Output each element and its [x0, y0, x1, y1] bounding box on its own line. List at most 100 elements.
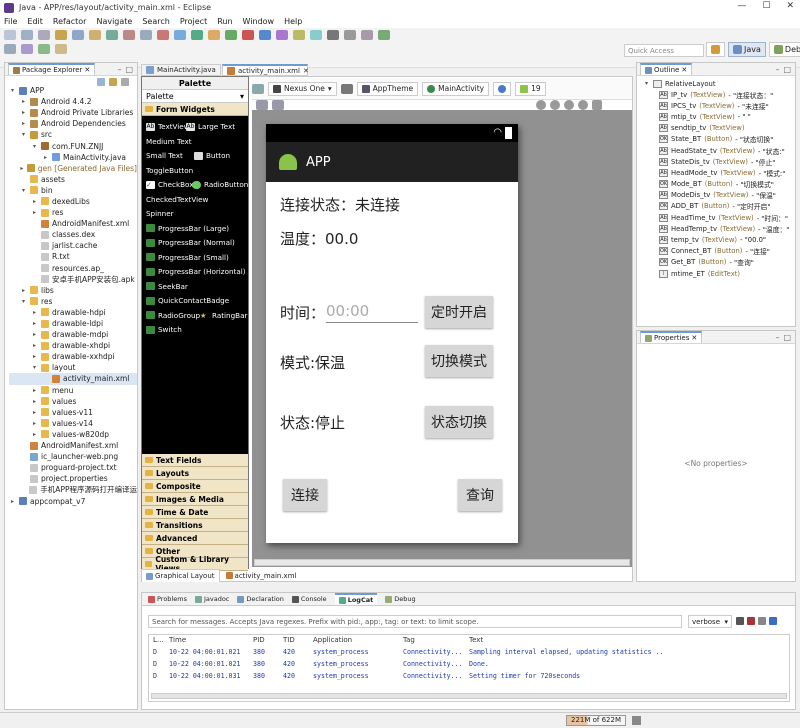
logcat-row[interactable]: D 10-22 04:00:01.021 380 420 system_process C… [149, 648, 789, 660]
palette-widget[interactable]: ProgressBar (Large) [146, 224, 229, 233]
logcat-column-header[interactable]: Application [313, 636, 352, 644]
tree-item[interactable]: ▸ appcompat_v7 [9, 495, 137, 506]
console-tab-problems[interactable]: Problems [148, 595, 187, 603]
log-level-select[interactable]: verbose ▾ [688, 615, 732, 628]
palette-selector[interactable]: Palette ▾ [142, 90, 248, 103]
palette-widget[interactable]: ProgressBar (Normal) [146, 238, 235, 247]
logcat-search-input[interactable]: Search for messages. Accepts Java regexe… [148, 615, 682, 628]
outline-item[interactable]: OK State_BT (Button) - "状态切换" [659, 134, 795, 145]
activity-dropdown[interactable]: MainActivity [422, 81, 490, 96]
chevron-right-icon[interactable]: ▸ [20, 109, 27, 116]
palette-section[interactable]: Images & Media [142, 493, 248, 506]
outline-tab[interactable]: Outline ✕ [640, 63, 693, 75]
console-tab-logcat[interactable]: LogCat [334, 593, 378, 605]
garbage-collect-icon[interactable] [632, 716, 641, 725]
tree-item[interactable]: ▾ APP [9, 85, 137, 96]
maximize-view-icon[interactable]: □ [783, 65, 791, 74]
logcat-column-header[interactable]: L... [153, 636, 164, 644]
logcat-horizontal-scrollbar[interactable] [151, 693, 787, 699]
close-tab-icon[interactable]: ✕ [691, 334, 697, 342]
quick-access-input[interactable]: Quick Access [624, 44, 704, 57]
toolbar-icon[interactable] [327, 30, 339, 40]
menu-navigate[interactable]: Navigate [96, 17, 132, 26]
palette-widget[interactable]: SeekBar [146, 282, 188, 291]
xml-source-tab[interactable]: activity_main.xml [222, 569, 301, 582]
connect-button[interactable]: 连接 [283, 479, 327, 511]
minimize-button[interactable]: — [737, 1, 746, 11]
palette-widget[interactable]: RadioGroup [146, 311, 200, 320]
orientation-icon[interactable] [340, 83, 353, 94]
tree-item[interactable]: ▸ drawable-mdpi [9, 329, 137, 340]
tree-item[interactable]: ▸ drawable-hdpi [9, 307, 137, 318]
toolbar-icon[interactable] [361, 30, 373, 40]
java-perspective-button[interactable]: Java [728, 42, 766, 57]
locale-dropdown[interactable] [493, 81, 512, 96]
palette-widget[interactable]: Ab Large Text [186, 122, 235, 131]
switch-state-button[interactable]: 状态切换 [425, 406, 493, 438]
chevron-down-icon[interactable]: ▾ [9, 87, 16, 94]
tree-item[interactable]: resources.ap_ [9, 263, 137, 274]
time-input[interactable]: 00:00 [326, 302, 418, 323]
chevron-right-icon[interactable]: ▸ [9, 498, 16, 505]
palette-widget[interactable]: CheckedTextView [146, 195, 208, 204]
toolbar-icon[interactable] [157, 30, 169, 40]
menu-search[interactable]: Search [142, 17, 169, 26]
toolbar-icon[interactable] [38, 44, 50, 54]
palette-section[interactable]: Layouts [142, 467, 248, 480]
palette-section-form-widgets[interactable]: Form Widgets [142, 103, 248, 116]
chevron-down-icon[interactable]: ▾ [31, 364, 38, 371]
clear-log-icon[interactable] [747, 617, 755, 625]
switch-mode-button[interactable]: 切换模式 [425, 345, 493, 377]
menu-window[interactable]: Window [243, 17, 275, 26]
palette-widget[interactable]: ✓ CheckBox [146, 180, 193, 189]
package-explorer-tab[interactable]: Package Explorer ✕ [8, 63, 96, 75]
logcat-row[interactable]: D 10-22 04:00:01.031 380 420 system_process C… [149, 672, 789, 684]
toolbar-icon[interactable] [276, 30, 288, 40]
chevron-right-icon[interactable]: ▸ [31, 387, 38, 394]
chevron-down-icon[interactable]: ▾ [20, 187, 27, 194]
chevron-right-icon[interactable]: ▸ [31, 409, 38, 416]
menu-edit[interactable]: Edit [27, 17, 43, 26]
palette-widget[interactable]: ProgressBar (Horizontal) [146, 267, 246, 276]
zoom-fit-icon[interactable] [536, 100, 546, 110]
outline-item[interactable]: Ab mtip_tv (TextView) - " " [659, 111, 795, 122]
palette-section[interactable]: Composite [142, 480, 248, 493]
outline-item[interactable]: Ab HeadState_tv (TextView) - "状态:" [659, 145, 795, 156]
toolbar-icon[interactable] [140, 30, 152, 40]
tree-item[interactable]: ▸ Android 4.4.2 [9, 96, 137, 107]
tree-item[interactable]: proguard-project.txt [9, 462, 137, 473]
tree-item[interactable]: ▸ values-v14 [9, 418, 137, 429]
close-tab-icon[interactable]: ✕ [681, 66, 687, 74]
chevron-down-icon[interactable]: ▾ [20, 131, 27, 138]
toolbar-icon[interactable] [208, 30, 220, 40]
palette-section[interactable]: Advanced [142, 532, 248, 545]
close-tab-icon[interactable]: ✕ [303, 67, 309, 75]
chevron-right-icon[interactable]: ▸ [31, 198, 38, 205]
open-perspective-button[interactable] [706, 42, 725, 57]
toolbar-icon[interactable] [4, 30, 16, 40]
tree-item[interactable]: ▸ drawable-ldpi [9, 318, 137, 329]
toolbar-icon[interactable] [259, 30, 271, 40]
toolbar-icon[interactable] [378, 30, 390, 40]
chevron-right-icon[interactable]: ▸ [31, 398, 38, 405]
heap-status[interactable]: 221M of 622M [566, 715, 626, 726]
palette-widget[interactable]: Switch [146, 325, 182, 334]
tree-item[interactable]: ▸ Android Dependencies [9, 118, 137, 129]
close-tab-icon[interactable]: ✕ [84, 66, 90, 74]
outline-item[interactable]: Imtime_ET (EditText) [659, 268, 795, 279]
console-tab-debug[interactable]: Debug [385, 595, 416, 603]
tree-item[interactable]: ▸ values-w820dp [9, 429, 137, 440]
tree-item[interactable]: ▸ gen [Generated Java Files] [9, 163, 137, 174]
tree-item[interactable]: project.properties [9, 473, 137, 484]
palette-section[interactable]: Time & Date [142, 506, 248, 519]
chevron-right-icon[interactable]: ▸ [31, 320, 38, 327]
menu-refactor[interactable]: Refactor [53, 17, 87, 26]
zoom-out-icon[interactable] [578, 100, 588, 110]
chevron-right-icon[interactable]: ▸ [42, 154, 49, 161]
tree-item[interactable]: ▾ com.FUN.ZNJJ [9, 140, 137, 151]
toolbar-icon[interactable] [310, 30, 322, 40]
query-button[interactable]: 查询 [458, 479, 502, 511]
chevron-down-icon[interactable]: ▾ [20, 298, 27, 305]
palette-widget[interactable]: ★ RatingBar [200, 311, 247, 321]
outline-item[interactable]: Ab sendtip_tv (TextView) [659, 123, 795, 134]
